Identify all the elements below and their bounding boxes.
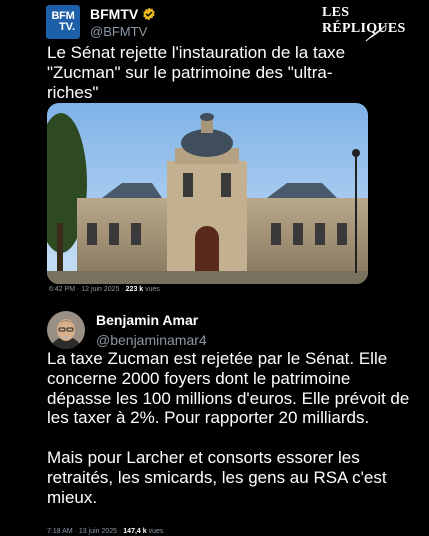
author-name[interactable]: Benjamin Amar [96, 312, 198, 328]
quill-icon [365, 25, 386, 42]
view-count: 147,4 k [123, 528, 147, 535]
tweet-text: Le Sénat rejette l'instauration de la ta… [47, 43, 346, 102]
views-label: vues [143, 286, 160, 293]
tweet-bfmtv: BFM TV. BFMTV @BFMTV LES RÉPLIQUES Le Sé… [0, 0, 429, 300]
tweet-timestamp[interactable]: 7:18 AM · 13 juin 2025 · [47, 528, 123, 535]
avatar-text-2: TV. [58, 21, 76, 33]
avatar[interactable] [47, 311, 85, 349]
tweet-timestamp[interactable]: 6:42 PM · 12 juin 2025 · [49, 286, 126, 293]
views-label: vues [146, 528, 164, 535]
view-count: 223 k [125, 286, 144, 293]
author-handle[interactable]: @BFMTV [90, 24, 147, 39]
tweet-paragraph-2: Mais pour Larcher et consorts essorer le… [47, 447, 387, 507]
senate-photo-illustration [47, 103, 368, 284]
author-name[interactable]: BFMTV [90, 6, 138, 22]
person-avatar-icon [47, 311, 85, 349]
verified-badge-icon [143, 7, 155, 21]
author-handle[interactable]: @benjaminamar4 [96, 332, 207, 348]
bfmtv-avatar[interactable]: BFM TV. [46, 5, 80, 39]
tweet-meta: 7:18 AM · 13 juin 2025 · 147,4 k vues [47, 528, 163, 535]
tweet-meta: 6:42 PM · 12 juin 2025 · 223 k vues [49, 286, 160, 293]
senate-building-photo[interactable] [47, 103, 368, 284]
tweet-paragraph-1: La taxe Zucman est rejetée par le Sénat.… [47, 349, 410, 428]
author-name-row: BFMTV [90, 6, 156, 22]
tweet-text: La taxe Zucman est rejetée par le Sénat.… [47, 349, 417, 507]
